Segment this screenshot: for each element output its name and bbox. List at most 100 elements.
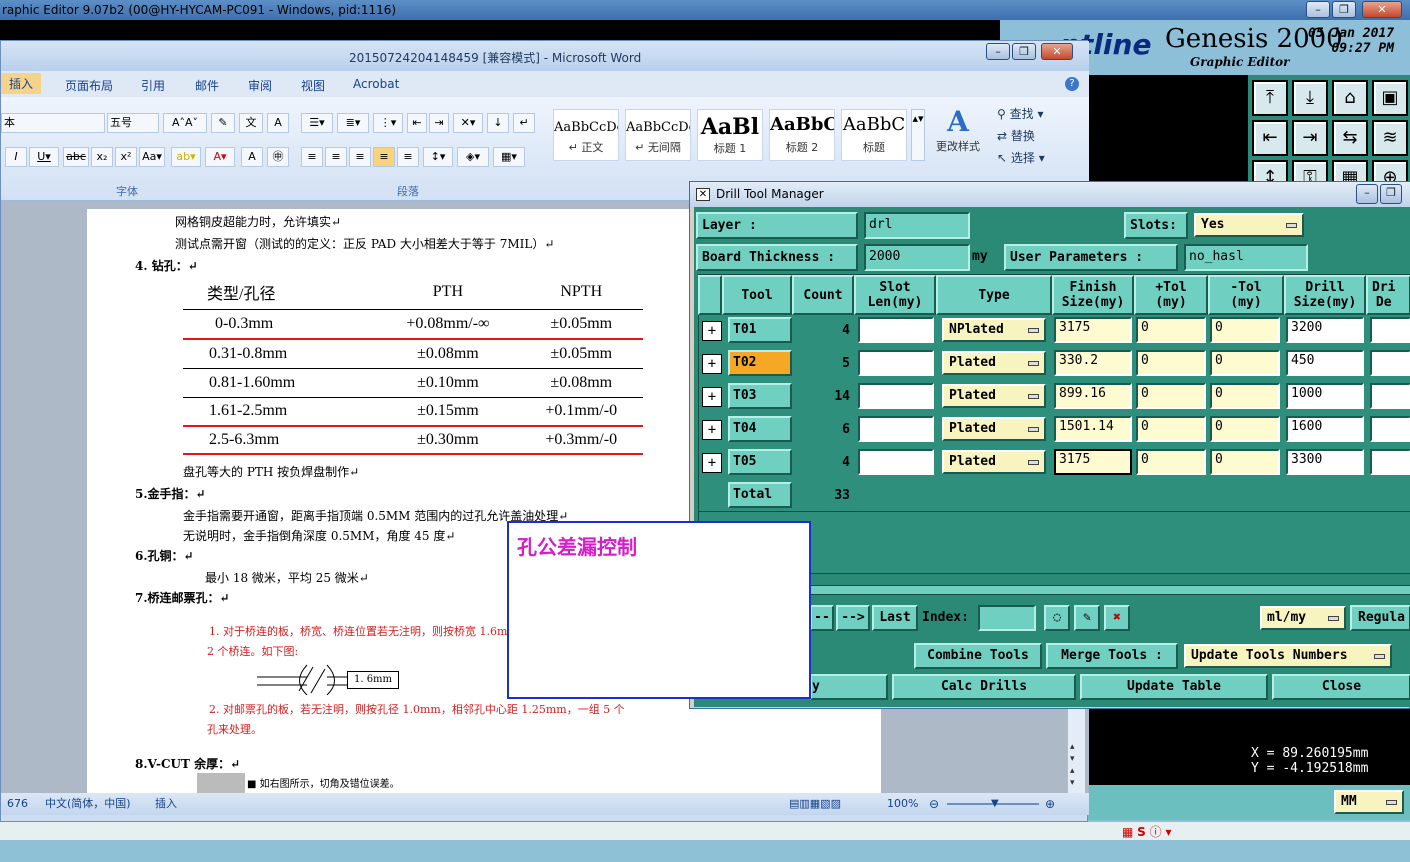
outer-maximize-button[interactable]: ❐: [1332, 1, 1356, 18]
drill-depth-input[interactable]: [1370, 350, 1410, 376]
tool-button-t04[interactable]: T04: [728, 416, 792, 442]
tab-references[interactable]: 引用: [141, 77, 165, 94]
help-icon[interactable]: ?: [1065, 77, 1079, 91]
finish-size-input[interactable]: 3175: [1054, 317, 1132, 343]
drill-depth-input[interactable]: [1370, 383, 1410, 409]
swap-icon[interactable]: ⇆: [1332, 120, 1368, 156]
superscript-icon[interactable]: x²: [115, 147, 137, 167]
borders-icon[interactable]: ▦▾: [493, 147, 525, 167]
minus-tol-input[interactable]: 0: [1210, 383, 1280, 409]
slots-select[interactable]: Yes: [1194, 213, 1304, 237]
update-table-button[interactable]: Update Table: [1080, 674, 1268, 700]
sort-icon[interactable]: ↓: [487, 113, 509, 133]
units-selector[interactable]: MM: [1334, 790, 1404, 814]
edit-icon[interactable]: ✎: [1074, 605, 1100, 631]
drill-depth-input[interactable]: [1370, 449, 1410, 475]
scroll-arrows-icon[interactable]: ▴ ▾ ▴ ▾: [1070, 741, 1075, 789]
outer-close-button[interactable]: ✕: [1362, 1, 1402, 18]
change-case-icon[interactable]: Aa▾: [139, 147, 165, 167]
justify-icon[interactable]: ≡: [373, 147, 395, 167]
zoom-slider[interactable]: ⊖ ▼ ⊕: [929, 797, 1059, 811]
tool-button-t03[interactable]: T03: [728, 383, 792, 409]
font-name-select[interactable]: 本: [1, 113, 105, 133]
dtm-minimize-button[interactable]: –: [1356, 184, 1378, 204]
font-color-icon[interactable]: A▾: [205, 147, 235, 167]
decrease-indent-icon[interactable]: ⇤: [407, 113, 427, 133]
drill-depth-input[interactable]: [1370, 416, 1410, 442]
word-minimize-button[interactable]: –: [986, 43, 1010, 60]
line-spacing-icon[interactable]: ↕▾: [423, 147, 453, 167]
export-icon[interactable]: ⇥: [1292, 120, 1328, 156]
drill-size-input[interactable]: 1000: [1286, 383, 1364, 409]
drill-size-input[interactable]: 1600: [1286, 416, 1364, 442]
increase-indent-icon[interactable]: ⇥: [429, 113, 449, 133]
dtm-maximize-button[interactable]: ❐: [1380, 184, 1402, 204]
styles-scroll[interactable]: ▴▾: [911, 109, 925, 161]
border-char-icon[interactable]: A: [267, 113, 289, 133]
minus-tol-input[interactable]: 0: [1210, 350, 1280, 376]
type-select-t03[interactable]: Plated: [942, 384, 1046, 408]
minus-tol-input[interactable]: 0: [1210, 317, 1280, 343]
plus-tol-input[interactable]: 0: [1136, 317, 1206, 343]
zoom-level[interactable]: 100%: [887, 793, 918, 815]
tool-button-t02[interactable]: T02: [728, 350, 792, 376]
multilevel-icon[interactable]: ⋮▾: [373, 113, 403, 133]
subscript-icon[interactable]: x₂: [91, 147, 113, 167]
numbering-icon[interactable]: ≣▾: [337, 113, 369, 133]
tab-mailings[interactable]: 邮件: [195, 77, 219, 94]
finish-size-input[interactable]: 3175: [1054, 449, 1132, 475]
zoom-thumb-icon[interactable]: ▼: [991, 797, 999, 811]
tab-page-layout[interactable]: 页面布局: [65, 77, 113, 94]
delete-icon[interactable]: ✖: [1104, 605, 1130, 631]
finish-size-input[interactable]: 899.16: [1054, 383, 1132, 409]
grow-font-icon[interactable]: A˄A˅: [163, 113, 207, 133]
status-language[interactable]: 中文(简体，中国): [45, 793, 131, 815]
plus-tol-input[interactable]: 0: [1136, 350, 1206, 376]
tab-insert[interactable]: 插入: [1, 73, 42, 94]
slot-len-input[interactable]: [858, 416, 934, 442]
style-normal[interactable]: AaBbCcDc ↵ 正文: [553, 109, 619, 161]
enclose-char-icon[interactable]: ㊥: [267, 147, 289, 167]
status-page[interactable]: 676: [7, 793, 28, 815]
change-styles-button[interactable]: A 更改样式: [933, 105, 983, 154]
clear-format-icon[interactable]: ✎: [211, 113, 235, 133]
style-no-spacing[interactable]: AaBbCcDc ↵ 无间隔: [625, 109, 691, 161]
style-heading-1[interactable]: AaBl 标题 1: [697, 109, 763, 161]
outer-minimize-button[interactable]: –: [1306, 1, 1330, 18]
merge-tools-button[interactable]: Merge Tools :: [1046, 643, 1178, 669]
bulb-icon[interactable]: ◌: [1044, 605, 1070, 631]
tool-button-t01[interactable]: T01: [728, 317, 792, 343]
type-select-t02[interactable]: Plated: [942, 351, 1046, 375]
drill-size-input[interactable]: 3300: [1286, 449, 1364, 475]
regular-button[interactable]: Regula: [1350, 605, 1410, 631]
show-marks-icon[interactable]: ↵: [513, 113, 535, 133]
chinese-layout-icon[interactable]: ✕▾: [453, 113, 483, 133]
layers-icon[interactable]: ≋: [1372, 120, 1408, 156]
import-icon[interactable]: ⇤: [1252, 120, 1288, 156]
word-close-button[interactable]: ✕: [1041, 43, 1073, 60]
expand-row-icon[interactable]: +: [702, 354, 722, 374]
layer-input[interactable]: drl: [864, 212, 970, 239]
distribute-icon[interactable]: ≡: [397, 147, 419, 167]
align-right-icon[interactable]: ≡: [349, 147, 371, 167]
slot-len-input[interactable]: [858, 350, 934, 376]
slot-len-input[interactable]: [858, 449, 934, 475]
zoom-in-icon[interactable]: ⊕: [1045, 797, 1055, 811]
style-heading-2[interactable]: AaBbC 标题 2: [769, 109, 835, 161]
strikethrough-icon[interactable]: abc: [63, 147, 89, 167]
select-button[interactable]: ↖ 选择 ▾: [997, 149, 1045, 166]
close-button[interactable]: Close: [1272, 674, 1410, 700]
minus-tol-input[interactable]: 0: [1210, 449, 1280, 475]
underline-icon[interactable]: U▾: [29, 147, 59, 167]
slot-len-input[interactable]: [858, 317, 934, 343]
drill-size-input[interactable]: 3200: [1286, 317, 1364, 343]
calc-drills-button[interactable]: Calc Drills: [892, 674, 1076, 700]
find-button[interactable]: ⚲ 查找 ▾: [997, 105, 1043, 122]
phonetic-icon[interactable]: 文: [239, 113, 263, 133]
type-select-t05[interactable]: Plated: [942, 450, 1046, 474]
plus-tol-input[interactable]: 0: [1136, 416, 1206, 442]
plus-tol-input[interactable]: 0: [1136, 383, 1206, 409]
replace-button[interactable]: ⇄ 替换: [997, 127, 1035, 144]
window-icon[interactable]: ▣: [1372, 80, 1408, 116]
finish-size-input[interactable]: 330.2: [1054, 350, 1132, 376]
